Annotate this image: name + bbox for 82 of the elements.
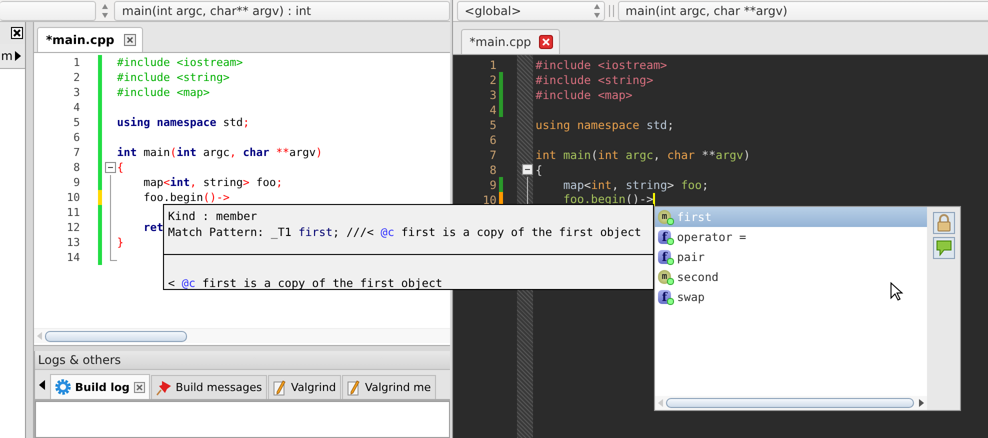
line-number: 10: [482, 192, 497, 206]
line-number: 4: [488, 102, 497, 116]
line-number: 8: [72, 161, 80, 174]
pencil-icon: [272, 380, 287, 396]
line-number: 5: [72, 116, 80, 129]
function-icon: f: [658, 250, 671, 264]
line-number: 10: [66, 191, 80, 204]
fold-toggle-icon[interactable]: [522, 164, 533, 175]
line-number: 5: [488, 118, 497, 132]
code-line: map<int, string> foo;: [562, 178, 709, 192]
scrollbar[interactable]: [34, 328, 450, 343]
log-tab[interactable]: Build messages: [150, 375, 267, 399]
line-number: 1: [488, 58, 497, 72]
code-line: {: [117, 161, 124, 174]
code-line: using namespace std;: [536, 118, 674, 132]
completion-item[interactable]: f operator =: [655, 227, 927, 247]
line-number: 9: [72, 176, 80, 189]
arrow-icon[interactable]: [14, 51, 21, 61]
tooltip-text: Kind : member: [168, 208, 258, 224]
line-number: 9: [488, 178, 497, 192]
member-icon: m: [658, 270, 671, 284]
mouse-cursor-icon: [890, 282, 904, 302]
close-icon[interactable]: [539, 35, 554, 49]
line-number: 3: [488, 88, 497, 102]
spinner-icon[interactable]: [100, 2, 110, 20]
lock-button[interactable]: [932, 212, 954, 234]
log-tab[interactable]: Valgrind me: [342, 375, 436, 399]
code-line: #include <string>: [117, 71, 230, 84]
line-number: 2: [488, 72, 497, 86]
line-number: 6: [72, 131, 80, 144]
code-line: map<int, string> foo;: [142, 176, 283, 189]
completion-item[interactable]: f pair: [655, 247, 927, 267]
code-line: #include <iostream>: [536, 58, 668, 72]
code-line: int main(int argc, char **argv): [117, 146, 322, 159]
code-line: #include <map>: [536, 88, 632, 102]
function-dropdown[interactable]: main(int argc, char **argv): [618, 0, 988, 20]
file-tab[interactable]: *main.cpp: [37, 27, 144, 52]
line-number: 14: [66, 251, 80, 264]
code-line: using namespace std;: [117, 116, 250, 129]
log-tab[interactable]: Build log: [50, 374, 150, 399]
function-icon: f: [658, 230, 671, 244]
line-number: 12: [66, 221, 80, 234]
code-line: #include <map>: [117, 86, 210, 99]
line-number: 7: [488, 148, 497, 162]
scope-dropdown[interactable]: <global>: [456, 0, 605, 20]
line-number: 13: [66, 236, 80, 249]
line-number: 4: [72, 101, 80, 114]
comment-button[interactable]: [932, 237, 954, 259]
line-number: 8: [488, 162, 497, 176]
code-line: #include <iostream>: [117, 56, 243, 69]
completion-item[interactable]: m second: [655, 267, 927, 287]
line-number: 6: [488, 132, 497, 146]
code-line: #include <string>: [536, 72, 654, 86]
gear-icon: [55, 379, 71, 395]
function-icon: f: [658, 290, 671, 304]
line-number: 1: [72, 56, 80, 69]
completion-item[interactable]: f swap: [655, 287, 927, 307]
close-icon[interactable]: [124, 34, 136, 46]
pushpin-icon: [156, 380, 172, 396]
line-number: 3: [72, 86, 80, 99]
tooltip-text: Match Pattern: _T1 first; ///< @c first is a copy of the first object: [168, 224, 642, 240]
member-icon: m: [658, 210, 671, 224]
fold-toggle-icon[interactable]: [105, 162, 116, 173]
code-line: foo.begin()->: [142, 191, 230, 204]
code-line: ret: [142, 221, 164, 234]
spinner-icon[interactable]: [592, 2, 602, 20]
code-line: {: [536, 162, 542, 176]
panel-title: Logs & others: [35, 351, 450, 370]
code-line: int main(int argc, char **argv): [536, 148, 750, 162]
scroll-left-icon[interactable]: [39, 380, 45, 390]
code-line: }: [117, 236, 124, 249]
pencil-icon: [346, 380, 361, 396]
tooltip-text: < @c first is a copy of the first object: [168, 275, 444, 291]
line-number: 11: [66, 206, 80, 219]
function-dropdown[interactable]: main(int argc, char** argv) : int: [114, 0, 450, 20]
close-icon[interactable]: [11, 27, 23, 39]
line-number: 7: [72, 146, 80, 159]
file-tab[interactable]: *main.cpp: [460, 29, 560, 54]
log-tab[interactable]: Valgrind: [268, 375, 341, 399]
line-number: 2: [72, 71, 80, 84]
completion-item[interactable]: m first: [655, 207, 927, 227]
scrollbar[interactable]: [655, 396, 927, 410]
